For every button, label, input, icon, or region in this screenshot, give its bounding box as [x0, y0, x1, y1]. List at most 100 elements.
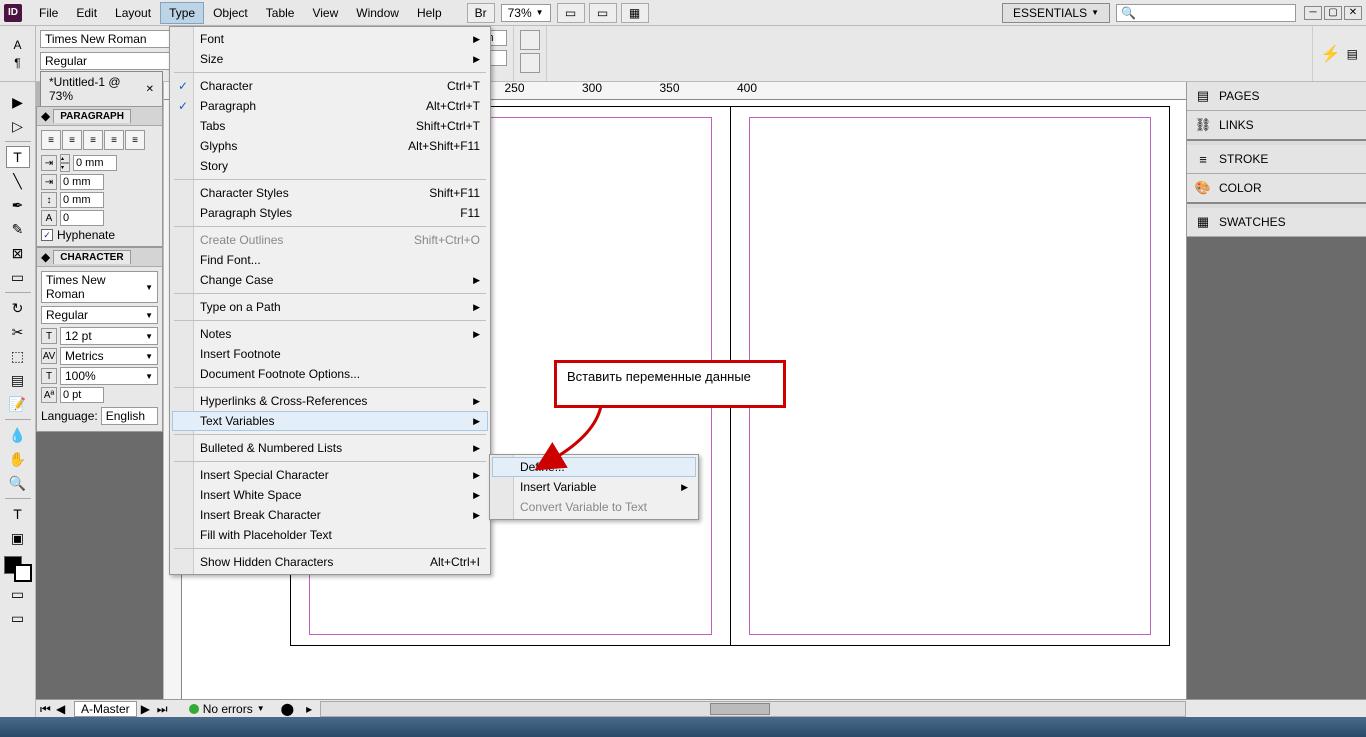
space-before-field[interactable]: [60, 192, 104, 208]
menu-window[interactable]: Window: [347, 2, 408, 24]
scissors-tool[interactable]: ✂: [6, 321, 30, 343]
first-page-icon[interactable]: ⏮: [40, 702, 54, 716]
submenu-item-define-[interactable]: Define...: [492, 457, 696, 477]
align-left-icon[interactable]: ≡: [41, 130, 61, 150]
maximize-button[interactable]: ▢: [1324, 6, 1342, 20]
menu-object[interactable]: Object: [204, 2, 257, 24]
note-tool[interactable]: 📝: [6, 393, 30, 415]
arrange-docs-icon[interactable]: ▦: [621, 3, 649, 23]
zoom-tool[interactable]: 🔍: [6, 472, 30, 494]
baseline-field[interactable]: [60, 387, 104, 403]
menu-file[interactable]: File: [30, 2, 67, 24]
list-icon[interactable]: [520, 30, 540, 50]
selection-tool[interactable]: ▶: [6, 91, 30, 113]
align-center-icon[interactable]: ≡: [62, 130, 82, 150]
menu-edit[interactable]: Edit: [67, 2, 106, 24]
menu-item-character-styles[interactable]: Character StylesShift+F11: [172, 183, 488, 203]
para-format-icon[interactable]: ¶: [14, 56, 20, 70]
pen-tool[interactable]: ✒: [6, 194, 30, 216]
justify-icon[interactable]: ≡: [104, 130, 124, 150]
quick-apply-icon[interactable]: ⚡: [1321, 44, 1341, 64]
menu-item-insert-special-character[interactable]: Insert Special Character▶: [172, 465, 488, 485]
menu-item-document-footnote-options-[interactable]: Document Footnote Options...: [172, 364, 488, 384]
rotate-tool[interactable]: ↻: [6, 297, 30, 319]
menu-layout[interactable]: Layout: [106, 2, 160, 24]
rectangle-tool[interactable]: ▭: [6, 266, 30, 288]
font-size-field[interactable]: 12 pt▼: [60, 327, 158, 345]
menu-item-insert-footnote[interactable]: Insert Footnote: [172, 344, 488, 364]
rectangle-frame-tool[interactable]: ⊠: [6, 242, 30, 264]
menu-item-story[interactable]: Story: [172, 156, 488, 176]
menu-item-insert-break-character[interactable]: Insert Break Character▶: [172, 505, 488, 525]
last-page-icon[interactable]: ⏭: [157, 702, 171, 716]
view-options-icon[interactable]: ▭: [557, 3, 585, 23]
hand-tool[interactable]: ✋: [6, 448, 30, 470]
status-menu-icon[interactable]: ▸: [306, 702, 312, 716]
free-transform-tool[interactable]: ⬚: [6, 345, 30, 367]
panel-pages[interactable]: ▤PAGES: [1187, 82, 1366, 111]
menu-type[interactable]: Type: [160, 2, 204, 24]
eyedropper-tool[interactable]: 💧: [6, 424, 30, 446]
kerning-field[interactable]: Metrics▼: [60, 347, 158, 365]
status-info-icon[interactable]: ⬤: [281, 702, 294, 716]
char-style-dropdown[interactable]: Regular▼: [41, 306, 158, 324]
prev-page-icon[interactable]: ◀: [56, 702, 70, 716]
panel-color[interactable]: 🎨COLOR: [1187, 174, 1366, 204]
language-dropdown[interactable]: English: [101, 407, 158, 425]
page-navigator[interactable]: A-Master: [74, 701, 137, 717]
menu-item-hyperlinks-cross-references[interactable]: Hyperlinks & Cross-References▶: [172, 391, 488, 411]
menu-item-notes[interactable]: Notes▶: [172, 324, 488, 344]
bridge-icon[interactable]: Br: [467, 3, 495, 23]
workspace-switcher[interactable]: ESSENTIALS▼: [1002, 3, 1110, 23]
gradient-tool[interactable]: ▤: [6, 369, 30, 391]
menu-item-tabs[interactable]: TabsShift+Ctrl+T: [172, 116, 488, 136]
type-vert-tool[interactable]: T: [6, 503, 30, 525]
dropcap-lines-field[interactable]: [60, 210, 104, 226]
hyphenate-checkbox[interactable]: ✓: [41, 229, 53, 241]
search-box[interactable]: 🔍: [1116, 4, 1296, 22]
menu-help[interactable]: Help: [408, 2, 451, 24]
char-font-dropdown[interactable]: Times New Roman▼: [41, 271, 158, 303]
menu-item-size[interactable]: Size▶: [172, 49, 488, 69]
left-indent-field[interactable]: [73, 155, 117, 171]
menu-item-character[interactable]: ✓CharacterCtrl+T: [172, 76, 488, 96]
menu-item-paragraph-styles[interactable]: Paragraph StylesF11: [172, 203, 488, 223]
panel-swatches[interactable]: ▦SWATCHES: [1187, 208, 1366, 237]
menu-item-text-variables[interactable]: Text Variables▶: [172, 411, 488, 431]
justify-icon[interactable]: ≡: [125, 130, 145, 150]
close-button[interactable]: ✕: [1344, 6, 1362, 20]
menu-item-find-font-[interactable]: Find Font...: [172, 250, 488, 270]
line-tool[interactable]: ╲: [6, 170, 30, 192]
next-page-icon[interactable]: ▶: [141, 702, 155, 716]
char-format-icon[interactable]: A: [13, 38, 21, 52]
zoom-level[interactable]: 73%▼: [501, 4, 551, 22]
screen-mode-icon[interactable]: ▭: [589, 3, 617, 23]
mode-tool[interactable]: ▣: [6, 527, 30, 549]
list-icon[interactable]: [520, 53, 540, 73]
type-tool[interactable]: T: [6, 146, 30, 168]
first-indent-field[interactable]: [60, 174, 104, 190]
menu-view[interactable]: View: [303, 2, 347, 24]
apply-color-tool[interactable]: ▭: [6, 583, 30, 605]
menu-item-paragraph[interactable]: ✓ParagraphAlt+Ctrl+T: [172, 96, 488, 116]
menu-item-bulleted-numbered-lists[interactable]: Bulleted & Numbered Lists▶: [172, 438, 488, 458]
panel-menu-icon[interactable]: ▤: [1347, 47, 1358, 61]
fill-stroke-swatch[interactable]: [4, 556, 32, 582]
panel-links[interactable]: ⛓LINKS: [1187, 111, 1366, 141]
menu-item-insert-white-space[interactable]: Insert White Space▶: [172, 485, 488, 505]
menu-item-font[interactable]: Font▶: [172, 29, 488, 49]
menu-item-show-hidden-characters[interactable]: Show Hidden CharactersAlt+Ctrl+I: [172, 552, 488, 572]
direct-selection-tool[interactable]: ▷: [6, 115, 30, 137]
menu-item-fill-with-placeholder-text[interactable]: Fill with Placeholder Text: [172, 525, 488, 545]
screen-mode-tool[interactable]: ▭: [6, 607, 30, 629]
submenu-item-insert-variable[interactable]: Insert Variable▶: [492, 477, 696, 497]
panel-stroke[interactable]: ≡STROKE: [1187, 145, 1366, 174]
close-tab-icon[interactable]: ✕: [146, 84, 154, 95]
menu-table[interactable]: Table: [257, 2, 304, 24]
menu-item-type-on-a-path[interactable]: Type on a Path▶: [172, 297, 488, 317]
horizontal-scrollbar[interactable]: [320, 701, 1186, 717]
align-right-icon[interactable]: ≡: [83, 130, 103, 150]
menu-item-change-case[interactable]: Change Case▶: [172, 270, 488, 290]
vscale-field[interactable]: 100%▼: [60, 367, 158, 385]
pencil-tool[interactable]: ✎: [6, 218, 30, 240]
